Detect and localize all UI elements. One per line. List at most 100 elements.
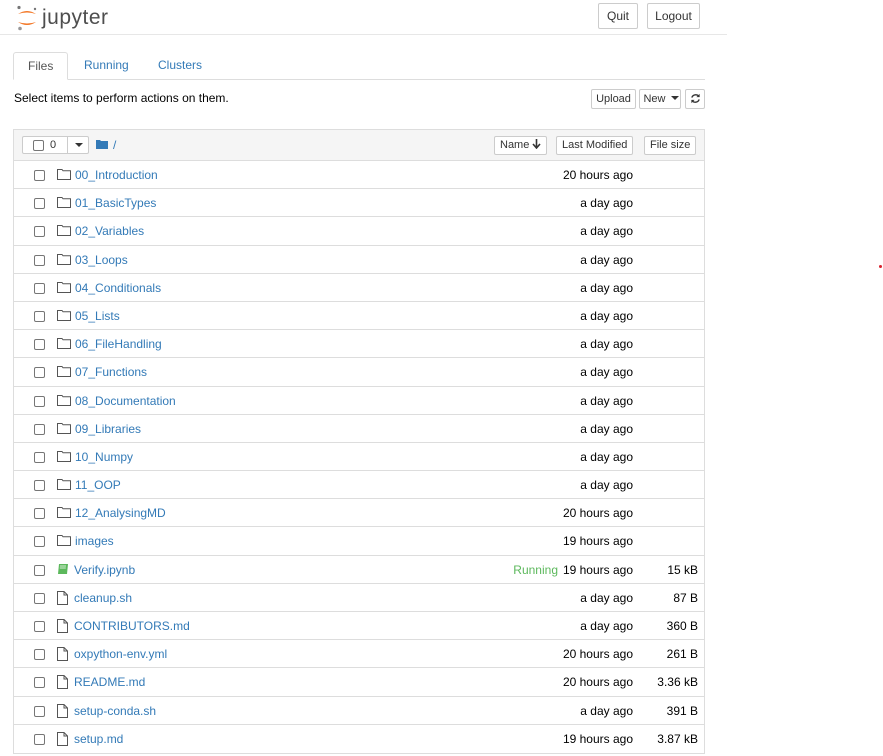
instructions-text: Select items to perform actions on them. bbox=[14, 91, 229, 105]
list-item[interactable]: setup-conda.sh a day ago 391 B bbox=[14, 697, 704, 725]
folder-icon bbox=[57, 394, 71, 407]
file-icon bbox=[57, 731, 71, 746]
item-name-link[interactable]: README.md bbox=[74, 675, 145, 689]
item-checkbox[interactable] bbox=[34, 395, 45, 407]
list-item[interactable]: images 19 hours ago bbox=[14, 527, 704, 556]
item-name-link[interactable]: 11_OOP bbox=[75, 478, 121, 492]
breadcrumb-path[interactable]: / bbox=[113, 138, 116, 152]
list-item[interactable]: 07_Functions a day ago bbox=[14, 358, 704, 387]
list-item[interactable]: 09_Libraries a day ago bbox=[14, 415, 704, 443]
item-name-link[interactable]: setup-conda.sh bbox=[74, 704, 156, 718]
list-item[interactable]: 01_BasicTypes a day ago bbox=[14, 189, 704, 218]
item-name-link[interactable]: 08_Documentation bbox=[75, 394, 176, 408]
item-checkbox[interactable] bbox=[34, 677, 45, 689]
tab-clusters[interactable]: Clusters bbox=[144, 52, 216, 79]
list-item[interactable]: CONTRIBUTORS.md a day ago 360 B bbox=[14, 612, 704, 641]
item-checkbox[interactable] bbox=[34, 170, 45, 181]
list-item[interactable]: setup.md 19 hours ago 3.87 kB bbox=[14, 725, 704, 753]
sort-file-size-button[interactable]: File size bbox=[644, 136, 697, 155]
item-name-link[interactable]: 10_Numpy bbox=[75, 450, 133, 464]
item-last-modified: a day ago bbox=[580, 421, 633, 436]
item-name-link[interactable]: CONTRIBUTORS.md bbox=[74, 619, 190, 633]
item-last-modified: a day ago bbox=[580, 252, 633, 267]
item-name-link[interactable]: images bbox=[75, 534, 114, 548]
item-last-modified: 19 hours ago bbox=[562, 731, 633, 746]
item-checkbox[interactable] bbox=[34, 310, 45, 322]
item-checkbox[interactable] bbox=[34, 367, 45, 379]
item-checkbox[interactable] bbox=[34, 423, 45, 435]
caret-down-icon bbox=[670, 96, 679, 100]
list-item[interactable]: 00_Introduction 20 hours ago bbox=[14, 161, 704, 190]
item-name-link[interactable]: 04_Conditionals bbox=[75, 281, 161, 295]
refresh-button[interactable] bbox=[685, 89, 705, 109]
item-last-modified: a day ago bbox=[580, 365, 633, 380]
quit-button[interactable]: Quit bbox=[598, 3, 638, 29]
list-item[interactable]: 03_Loops a day ago bbox=[14, 246, 704, 274]
item-checkbox[interactable] bbox=[34, 254, 45, 266]
jupyter-logo[interactable]: jupyter bbox=[16, 4, 109, 32]
list-item[interactable]: cleanup.sh a day ago 87 B bbox=[14, 584, 704, 612]
item-name-link[interactable]: cleanup.sh bbox=[74, 591, 132, 605]
item-name-link[interactable]: 02_Variables bbox=[75, 224, 144, 238]
item-name-link[interactable]: 05_Lists bbox=[75, 309, 120, 323]
list-item[interactable]: 12_AnalysingMD 20 hours ago bbox=[14, 499, 704, 528]
list-item[interactable]: 04_Conditionals a day ago bbox=[14, 274, 704, 302]
sort-name-button[interactable]: Name bbox=[494, 136, 548, 155]
item-name-link[interactable]: 07_Functions bbox=[75, 365, 147, 379]
select-all-group[interactable]: 0 bbox=[22, 136, 89, 154]
folder-icon bbox=[57, 196, 71, 209]
item-name-link[interactable]: 12_AnalysingMD bbox=[75, 506, 166, 520]
item-checkbox[interactable] bbox=[34, 649, 45, 661]
item-last-modified: a day ago bbox=[580, 337, 633, 352]
item-name-link[interactable]: 09_Libraries bbox=[75, 422, 141, 436]
select-all-checkbox[interactable] bbox=[33, 140, 44, 151]
item-checkbox[interactable] bbox=[34, 621, 45, 632]
item-checkbox[interactable] bbox=[34, 226, 45, 238]
item-checkbox[interactable] bbox=[34, 451, 45, 463]
list-item[interactable]: 06_FileHandling a day ago bbox=[14, 330, 704, 359]
item-last-modified: a day ago bbox=[580, 196, 633, 211]
item-checkbox[interactable] bbox=[34, 536, 45, 548]
item-last-modified: a day ago bbox=[580, 280, 633, 295]
item-checkbox[interactable] bbox=[34, 282, 45, 294]
list-item[interactable]: 10_Numpy a day ago bbox=[14, 443, 704, 472]
folder-home-icon[interactable] bbox=[96, 138, 108, 152]
item-name-link[interactable]: setup.md bbox=[74, 732, 123, 746]
item-checkbox[interactable] bbox=[34, 339, 45, 351]
item-name-link[interactable]: Verify.ipynb bbox=[74, 563, 135, 577]
list-item[interactable]: 08_Documentation a day ago bbox=[14, 387, 704, 415]
list-item[interactable]: Verify.ipynb Running 19 hours ago 15 kB bbox=[14, 556, 704, 584]
item-checkbox[interactable] bbox=[34, 733, 45, 745]
folder-icon bbox=[57, 168, 71, 181]
new-button[interactable]: New bbox=[639, 89, 681, 109]
item-name-link[interactable]: 06_FileHandling bbox=[75, 337, 162, 351]
file-icon bbox=[57, 590, 71, 605]
item-last-modified: a day ago bbox=[580, 224, 633, 239]
list-item[interactable]: 02_Variables a day ago bbox=[14, 217, 704, 246]
item-name-link[interactable]: oxpython-env.yml bbox=[74, 647, 167, 661]
list-item[interactable]: README.md 20 hours ago 3.36 kB bbox=[14, 668, 704, 697]
upload-button[interactable]: Upload bbox=[591, 89, 636, 109]
folder-icon bbox=[57, 478, 71, 491]
item-name-link[interactable]: 01_BasicTypes bbox=[75, 196, 156, 210]
list-item[interactable]: 11_OOP a day ago bbox=[14, 471, 704, 500]
item-checkbox[interactable] bbox=[34, 508, 45, 520]
item-checkbox[interactable] bbox=[34, 480, 45, 492]
list-item[interactable]: 05_Lists a day ago bbox=[14, 302, 704, 331]
logout-button[interactable]: Logout bbox=[647, 3, 700, 29]
item-checkbox[interactable] bbox=[34, 592, 45, 604]
tab-files[interactable]: Files bbox=[13, 52, 69, 80]
item-checkbox[interactable] bbox=[34, 198, 45, 210]
select-dropdown[interactable] bbox=[67, 136, 89, 154]
item-checkbox[interactable] bbox=[34, 564, 45, 576]
item-checkbox[interactable] bbox=[34, 705, 45, 717]
folder-icon bbox=[57, 534, 71, 547]
tab-running[interactable]: Running bbox=[70, 52, 143, 79]
list-item[interactable]: oxpython-env.yml 20 hours ago 261 B bbox=[14, 640, 704, 669]
item-name-link[interactable]: 00_Introduction bbox=[75, 168, 158, 182]
item-last-modified: a day ago bbox=[580, 619, 633, 633]
file-icon bbox=[57, 675, 71, 690]
folder-icon bbox=[57, 224, 71, 237]
sort-last-modified-button[interactable]: Last Modified bbox=[556, 136, 634, 155]
item-name-link[interactable]: 03_Loops bbox=[75, 253, 128, 267]
